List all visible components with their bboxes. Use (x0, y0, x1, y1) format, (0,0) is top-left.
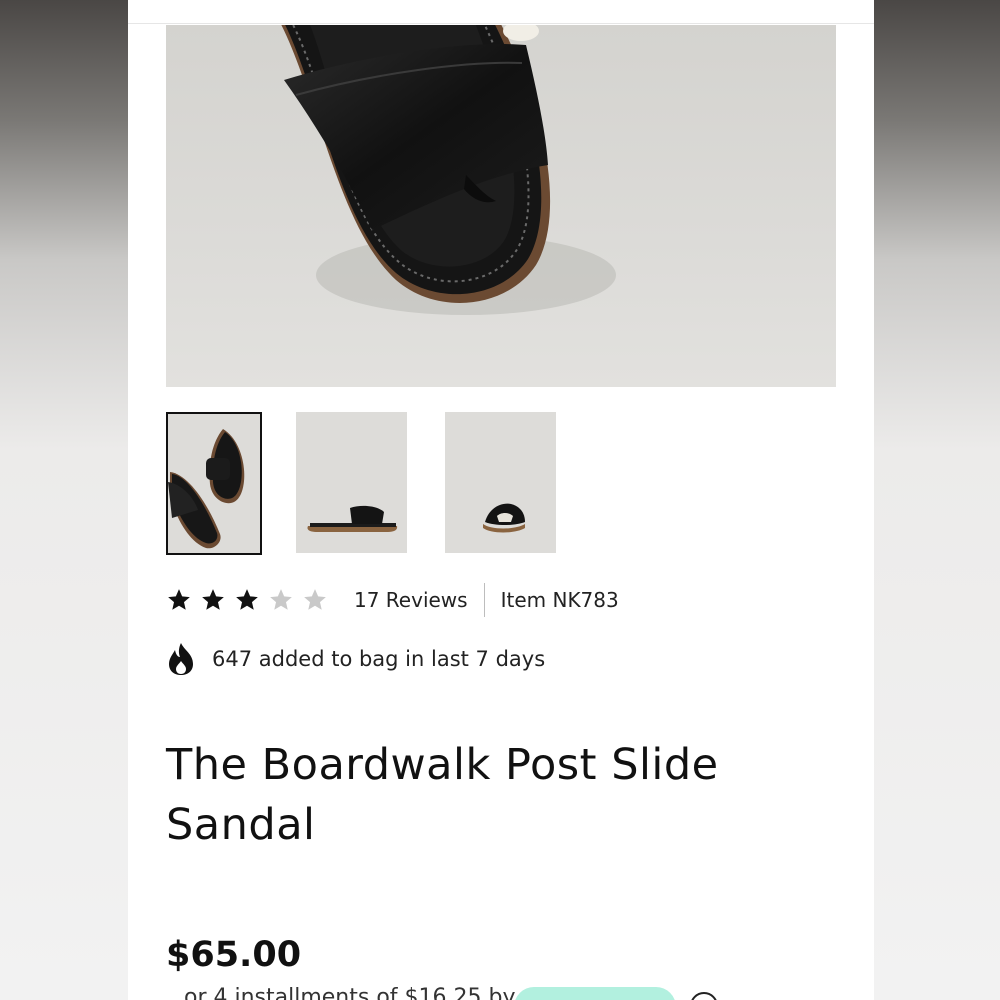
reviews-link[interactable]: 17 Reviews (354, 583, 485, 617)
star-icon (236, 589, 258, 610)
product-hero-image[interactable] (166, 25, 836, 387)
star-icon (270, 589, 292, 610)
added-to-bag-text: 647 added to bag in last 7 days (212, 647, 546, 671)
star-icon (304, 589, 326, 610)
thumbnail-gallery (166, 412, 586, 555)
flame-icon (166, 642, 196, 676)
top-bar (128, 0, 874, 24)
sandal-closeup-illustration (281, 25, 616, 315)
thumbnail-angled[interactable] (166, 412, 262, 555)
star-icon (168, 589, 190, 610)
product-price: $65.00 (166, 935, 302, 975)
payment-provider-badge[interactable] (514, 987, 676, 1000)
installments-text: or 4 installments of $16.25 by (184, 985, 516, 1000)
thumbnail-side-illustration (307, 505, 398, 532)
star-icon (202, 589, 224, 610)
info-icon[interactable] (690, 992, 718, 1000)
product-title: The Boardwalk Post Slide Sandal (166, 740, 719, 850)
thumbnail-front[interactable] (445, 412, 556, 553)
thumbnail-angled-illustration (168, 429, 245, 549)
thumbnail-side[interactable] (296, 412, 407, 553)
backdrop-left (0, 0, 128, 1000)
item-number: Item NK783 (500, 588, 619, 612)
social-proof: 647 added to bag in last 7 days (166, 640, 545, 678)
thumbnail-front-illustration (483, 503, 525, 533)
backdrop-right (874, 0, 1000, 1000)
star-rating[interactable] (166, 587, 328, 613)
rating-row: 17 Reviews Item NK783 (166, 580, 806, 620)
product-page: 17 Reviews Item NK783 647 added to bag i… (128, 0, 874, 1000)
